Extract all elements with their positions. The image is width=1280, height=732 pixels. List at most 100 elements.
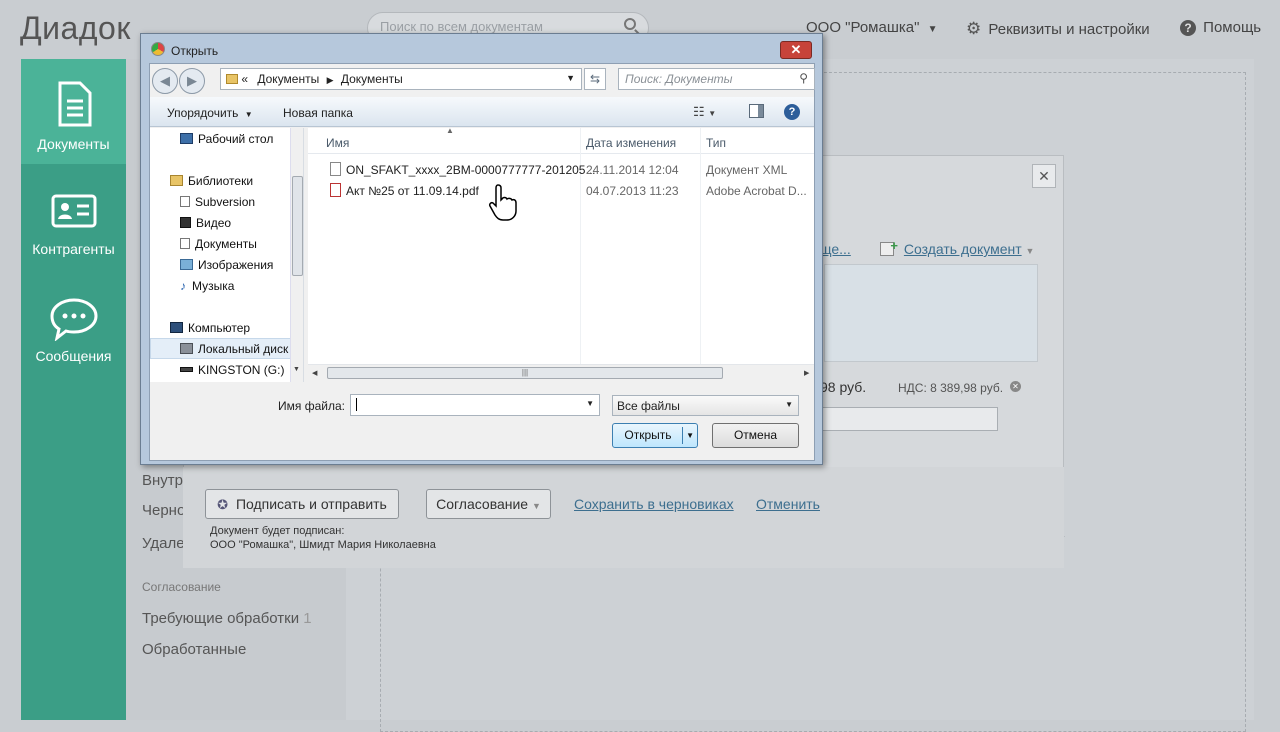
tree-scroll-thumb[interactable] xyxy=(292,176,303,276)
chrome-icon xyxy=(151,42,165,56)
breadcrumb-documents-2[interactable]: Документы xyxy=(341,72,403,86)
folder-pending[interactable]: Требующие обработки 1 xyxy=(142,610,312,627)
filename-input[interactable]: ▼ xyxy=(350,394,600,416)
file-date: 24.11.2014 12:04 xyxy=(586,163,679,177)
folder-search-input[interactable]: Поиск: Документы ⚲ xyxy=(618,68,815,90)
tree-computer-label: Компьютер xyxy=(188,321,251,335)
chevron-down-icon[interactable]: ▼ xyxy=(566,73,575,83)
open-button[interactable]: Открыть ▼ xyxy=(612,423,698,448)
tree-video[interactable]: Видео xyxy=(180,216,231,230)
cancel-button[interactable]: Отмена xyxy=(712,423,799,448)
folder-drafts[interactable]: Черно xyxy=(142,502,185,519)
chevron-down-icon[interactable]: ▼ xyxy=(686,424,694,447)
more-link[interactable]: ще... xyxy=(820,241,851,257)
column-type[interactable]: Тип xyxy=(706,136,726,150)
help-icon[interactable]: ? xyxy=(784,104,800,120)
approval-dropdown[interactable]: Согласование ▼ xyxy=(426,489,551,519)
close-button[interactable]: ✕ xyxy=(780,41,812,59)
file-row[interactable]: ON_SFAKT_xxxx_2BM-0000777777-201205... 2… xyxy=(326,162,812,180)
tree-scrollbar[interactable]: ▼ xyxy=(290,128,303,382)
back-button[interactable]: ◀ xyxy=(152,68,178,94)
file-list-scroll-thumb[interactable]: ||| xyxy=(327,367,723,379)
scroll-right-arrow[interactable]: ▶ xyxy=(804,369,809,377)
computer-icon xyxy=(170,322,183,333)
close-icon[interactable]: ✕ xyxy=(1032,164,1056,188)
org-selector[interactable]: ООО "Ромашка" ▼ xyxy=(806,19,938,36)
tree-libraries[interactable]: Библиотеки xyxy=(170,174,253,188)
save-draft-link[interactable]: Сохранить в черновиках xyxy=(574,496,734,512)
picture-icon xyxy=(180,259,193,270)
sign-send-button[interactable]: ✪ Подписать и отправить xyxy=(205,489,399,519)
file-type: Документ XML xyxy=(706,163,788,177)
music-note-icon: ♪ xyxy=(180,279,186,293)
desktop-icon xyxy=(180,133,193,144)
dialog-body: ◀ ▶ « Документы ▶ Документы ▼ ⇆ Поиск: Д… xyxy=(149,63,815,461)
preview-pane-icon[interactable] xyxy=(749,104,764,118)
certificate-icon: ✪ xyxy=(217,497,229,512)
search-icon[interactable] xyxy=(624,18,636,30)
hard-drive-icon xyxy=(180,343,193,354)
file-list-header xyxy=(308,128,814,154)
tree-subversion[interactable]: Subversion xyxy=(180,195,255,209)
folder-deleted[interactable]: Удале xyxy=(142,535,185,552)
organize-label: Упорядочить xyxy=(167,106,239,120)
hand-cursor-icon xyxy=(489,184,517,221)
column-date[interactable]: Дата изменения xyxy=(586,136,676,150)
xml-file-icon xyxy=(330,162,341,176)
document-library-icon xyxy=(180,238,190,249)
help-link[interactable]: ? Помощь xyxy=(1180,19,1261,36)
address-bar[interactable]: « Документы ▶ Документы ▼ xyxy=(220,68,582,90)
forward-button[interactable]: ▶ xyxy=(179,68,205,94)
tree-kingston[interactable]: KINGSTON (G:) xyxy=(180,363,284,377)
settings-link[interactable]: ⚙ Реквизиты и настройки xyxy=(966,19,1150,39)
nav-documents-label: Документы xyxy=(37,136,110,152)
tree-music[interactable]: ♪ Музыка xyxy=(180,279,234,293)
file-type-filter[interactable]: Все файлы ▼ xyxy=(612,395,799,416)
organize-menu[interactable]: Упорядочить ▼ xyxy=(167,106,253,120)
cancel-link[interactable]: Отменить xyxy=(756,496,820,512)
nav-contractors-label: Контрагенты xyxy=(32,241,115,257)
dialog-footer: ✪ Подписать и отправить Согласование ▼ С… xyxy=(183,467,1064,568)
create-document-button[interactable]: + Создать документ ▼ xyxy=(880,238,1034,257)
column-name[interactable]: Имя xyxy=(326,136,349,150)
sort-arrow-icon: ▲ xyxy=(446,126,454,135)
pending-label: Требующие обработки xyxy=(142,610,300,627)
refresh-button[interactable]: ⇆ xyxy=(584,68,606,90)
scroll-left-arrow[interactable]: ◀ xyxy=(312,369,317,377)
file-type-filter-label: Все файлы xyxy=(617,399,680,413)
nav-documents[interactable]: Документы xyxy=(21,59,126,164)
scroll-down-arrow[interactable]: ▼ xyxy=(293,366,300,373)
section-approval: Согласование xyxy=(142,580,221,594)
document-icon xyxy=(58,81,91,127)
view-options-button[interactable]: ☷ ▼ xyxy=(693,104,716,120)
folder-processed[interactable]: Обработанные xyxy=(142,641,246,658)
nav-contractors[interactable]: Контрагенты xyxy=(21,194,126,274)
tree-local-disk[interactable]: Локальный диск xyxy=(180,342,288,356)
signer-line-1: Документ будет подписан: xyxy=(210,525,345,537)
tree-documents-label: Документы xyxy=(195,237,257,251)
comment-field[interactable] xyxy=(820,407,998,431)
folder-search-placeholder: Поиск: Документы xyxy=(625,72,733,86)
chevron-down-icon: ▼ xyxy=(531,501,541,511)
chevron-down-icon[interactable]: ▼ xyxy=(586,399,594,408)
nav-messages[interactable]: Сообщения xyxy=(21,297,126,377)
tree-desktop[interactable]: Рабочий стол xyxy=(180,132,273,146)
new-folder-button[interactable]: Новая папка xyxy=(283,106,353,120)
folder-internal[interactable]: Внутр xyxy=(142,472,183,489)
gear-icon: ⚙ xyxy=(966,19,982,38)
approval-label: Согласование xyxy=(436,496,529,512)
help-icon: ? xyxy=(1180,20,1196,36)
tree-documents[interactable]: Документы xyxy=(180,237,257,251)
tree-computer[interactable]: Компьютер xyxy=(170,321,250,335)
breadcrumb-documents-1[interactable]: Документы xyxy=(257,72,319,86)
app-logo[interactable]: Диадок xyxy=(20,10,131,47)
file-row[interactable]: Акт №25 от 11.09.14.pdf 04.07.2013 11:23… xyxy=(326,183,812,201)
pending-count: 1 xyxy=(303,610,312,627)
sign-send-label: Подписать и отправить xyxy=(235,496,387,512)
signer-line-2: ООО "Ромашка", Шмидт Мария Николаевна xyxy=(210,539,436,551)
remove-icon[interactable]: ✕ xyxy=(1010,381,1021,392)
settings-label: Реквизиты и настройки xyxy=(988,21,1150,38)
tree-music-label: Музыка xyxy=(192,279,235,293)
file-list-scrollbar[interactable]: ◀ ||| ▶ xyxy=(308,364,814,382)
tree-images[interactable]: Изображения xyxy=(180,258,273,272)
